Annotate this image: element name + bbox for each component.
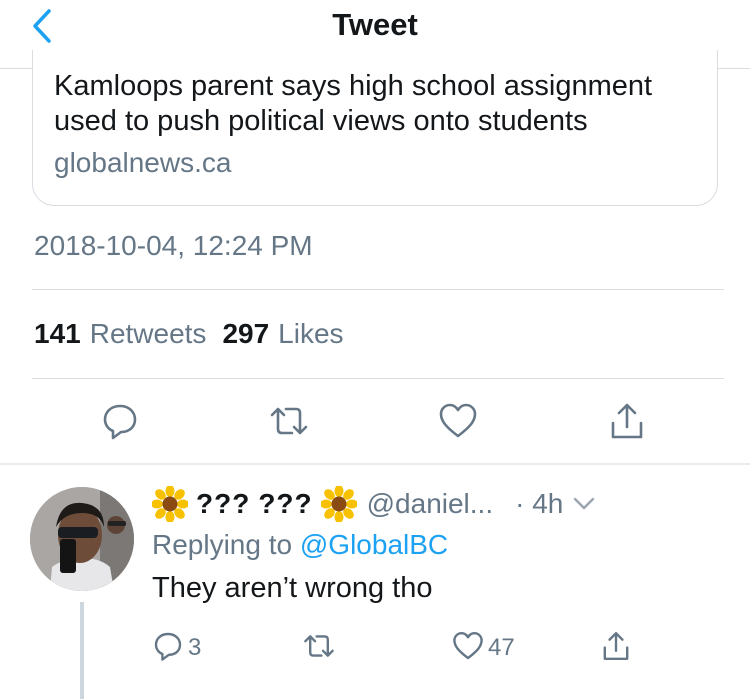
like-label[interactable]: Likes — [278, 318, 343, 350]
retweet-count[interactable]: 141 — [34, 318, 81, 350]
reply-header: ??? ??? @daniel... · 4h — [151, 484, 732, 524]
reply-like-button[interactable]: 47 — [452, 628, 515, 668]
share-icon — [607, 401, 647, 446]
retweet-icon — [268, 401, 310, 446]
thread-line — [80, 602, 84, 699]
display-name-part[interactable]: ??? — [258, 488, 312, 520]
share-icon — [600, 630, 632, 667]
chevron-down-icon[interactable] — [573, 497, 595, 511]
like-button[interactable] — [433, 398, 483, 448]
heart-icon — [452, 630, 484, 667]
reply-share-button[interactable] — [600, 628, 632, 668]
share-button[interactable] — [602, 398, 652, 448]
reply-retweet-button[interactable] — [302, 628, 336, 668]
divider — [32, 378, 724, 379]
replying-to: Replying to @GlobalBC — [152, 529, 448, 561]
replying-prefix: Replying to — [152, 529, 293, 560]
reply-button[interactable] — [95, 398, 145, 448]
retweet-button[interactable] — [264, 398, 314, 448]
divider — [32, 289, 724, 290]
mention-link[interactable]: @GlobalBC — [300, 529, 448, 560]
tweet-timestamp: 2018-10-04, 12:24 PM — [34, 230, 313, 261]
reply-count: 3 — [188, 634, 202, 661]
tweet-detail-screen: Tweet Kamloops parent says high school a… — [0, 0, 750, 699]
like-count[interactable]: 297 — [222, 318, 269, 350]
user-handle[interactable]: @daniel... — [367, 488, 494, 520]
link-card[interactable]: Kamloops parent says high school assignm… — [32, 50, 718, 206]
reply-icon — [152, 630, 184, 667]
display-name-part[interactable]: ??? — [196, 488, 250, 520]
sunflower-emoji-icon — [319, 485, 358, 523]
heart-icon — [438, 401, 478, 446]
section-divider — [0, 463, 750, 465]
reply-time: · 4h — [515, 488, 564, 519]
reply-text: They aren’t wrong tho — [152, 572, 433, 604]
link-card-domain: globalnews.ca — [54, 147, 232, 178]
reply-reply-button[interactable]: 3 — [152, 628, 201, 668]
like-count-reply: 47 — [488, 634, 515, 661]
reply-icon — [100, 401, 140, 446]
retweet-label[interactable]: Retweets — [90, 318, 207, 350]
tweet-stats: 141 Retweets 297 Likes — [34, 318, 344, 350]
avatar[interactable] — [30, 487, 134, 591]
link-card-title: Kamloops parent says high school assignm… — [54, 70, 653, 137]
page-title: Tweet — [332, 7, 418, 42]
retweet-icon — [302, 630, 336, 667]
sunflower-emoji-icon — [151, 485, 189, 523]
